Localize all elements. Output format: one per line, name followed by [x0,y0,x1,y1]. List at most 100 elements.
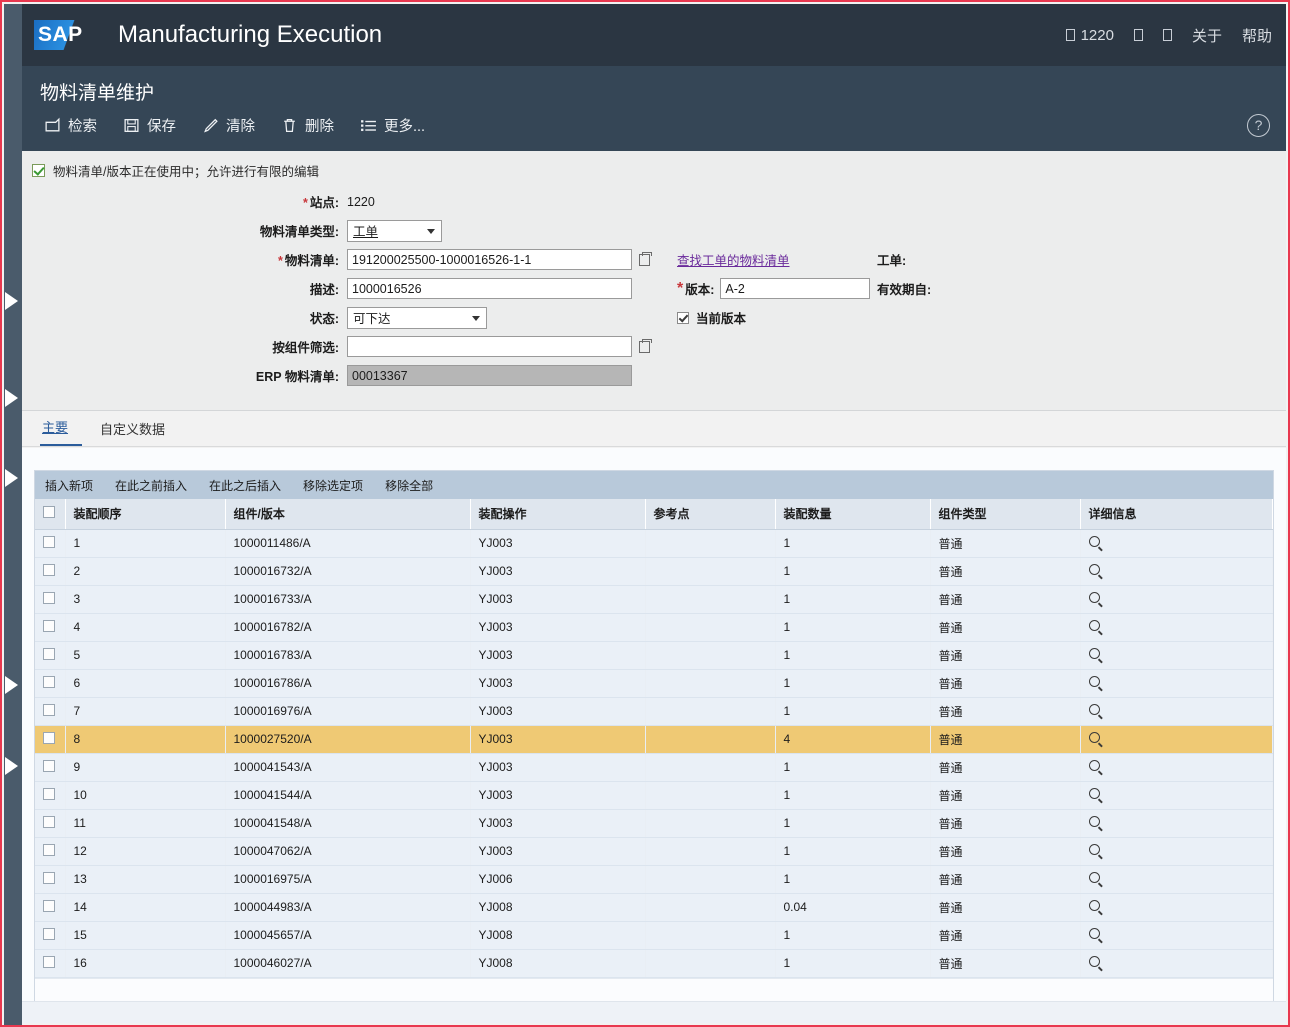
tab-main[interactable]: 主要 [40,417,83,446]
question-mark-icon[interactable]: ? [1247,114,1270,137]
table-row[interactable]: 4 1000016782/A YJ003 1 普通 [35,613,1273,642]
select-all-checkbox[interactable] [43,506,55,519]
rail-expand-arrow-4[interactable] [5,676,18,694]
retrieve-button[interactable]: 检索 [44,115,97,136]
row-checkbox[interactable] [43,787,55,800]
row-checkbox[interactable] [43,815,55,828]
more-button[interactable]: 更多... [360,115,425,136]
rail-expand-arrow-5[interactable] [5,757,18,775]
status-select[interactable]: 可下达 [347,306,487,329]
magnifier-icon[interactable] [1088,872,1100,883]
row-checkbox[interactable] [43,619,55,632]
magnifier-icon[interactable] [1088,844,1100,855]
column-header-quantity[interactable]: 装配数量 [775,499,931,530]
save-button[interactable]: 保存 [123,115,176,136]
row-select-cell [35,529,66,558]
table-row[interactable]: 7 1000016976/A YJ003 1 普通 [35,697,1273,726]
magnifier-icon[interactable] [1088,648,1100,659]
site-label-text: 站点: [309,196,339,210]
cell-sequence: 3 [65,585,226,614]
magnifier-icon[interactable] [1088,788,1100,799]
magnifier-icon[interactable] [1088,620,1100,631]
row-checkbox[interactable] [43,759,55,772]
table-row[interactable]: 14 1000044983/A YJ008 0.04 普通 [35,893,1273,922]
remove-selected-button[interactable]: 移除选定项 [303,477,363,494]
cell-component-type: 普通 [930,613,1081,642]
table-row[interactable]: 12 1000047062/A YJ003 1 普通 [35,837,1273,866]
header-about-link[interactable]: 关于 [1192,25,1222,46]
column-header-component[interactable]: 组件/版本 [225,499,471,530]
component-filter-input[interactable] [347,336,632,357]
insert-after-button[interactable]: 在此之后插入 [209,477,281,494]
magnifier-icon[interactable] [1088,592,1100,603]
tab-custom-data[interactable]: 自定义数据 [98,419,179,446]
row-checkbox[interactable] [43,703,55,716]
table-row[interactable]: 5 1000016783/A YJ003 1 普通 [35,641,1273,670]
table-row[interactable]: 8 1000027520/A YJ003 4 普通 [35,725,1273,754]
table-row[interactable]: 15 1000045657/A YJ008 1 普通 [35,921,1273,950]
column-header-operation[interactable]: 装配操作 [470,499,646,530]
table-row[interactable]: 6 1000016786/A YJ003 1 普通 [35,669,1273,698]
header-help-link[interactable]: 帮助 [1242,25,1272,46]
table-row[interactable]: 13 1000016975/A YJ006 1 普通 [35,865,1273,894]
magnifier-icon[interactable] [1088,704,1100,715]
row-checkbox[interactable] [43,675,55,688]
remove-all-button[interactable]: 移除全部 [385,477,433,494]
header-site-item[interactable]: 1220 [1065,27,1114,44]
delete-button[interactable]: 删除 [281,115,334,136]
rail-expand-arrow-2[interactable] [5,389,18,407]
rail-expand-arrow-1[interactable] [5,292,18,310]
cell-details [1080,697,1273,726]
header-icon-item-2[interactable] [1133,29,1143,41]
header-icon-item-3[interactable] [1162,29,1172,41]
row-checkbox[interactable] [43,871,55,884]
row-checkbox[interactable] [43,563,55,576]
current-version-checkbox[interactable] [677,311,689,324]
magnifier-icon[interactable] [1088,564,1100,575]
row-checkbox[interactable] [43,535,55,548]
value-help-icon[interactable] [639,251,652,266]
row-checkbox[interactable] [43,591,55,604]
magnifier-icon[interactable] [1088,816,1100,827]
row-checkbox[interactable] [43,955,55,968]
table-row[interactable]: 16 1000046027/A YJ008 1 普通 [35,949,1273,978]
insert-new-button[interactable]: 插入新项 [45,477,93,494]
description-label: 描述: [309,283,339,297]
field-row-version: * 版本: [677,275,871,302]
row-checkbox[interactable] [43,647,55,660]
table-row[interactable]: 10 1000041544/A YJ003 1 普通 [35,781,1273,810]
magnifier-icon[interactable] [1088,536,1100,547]
row-checkbox[interactable] [43,843,55,856]
magnifier-icon[interactable] [1088,676,1100,687]
clear-button[interactable]: 清除 [202,115,255,136]
magnifier-icon[interactable] [1088,956,1100,967]
column-header-sequence[interactable]: 装配顺序 [65,499,226,530]
column-header-type[interactable]: 组件类型 [930,499,1081,530]
magnifier-icon[interactable] [1088,928,1100,939]
rail-expand-arrow-3[interactable] [5,469,18,487]
table-row[interactable]: 11 1000041548/A YJ003 1 普通 [35,809,1273,838]
table-row[interactable]: 1 1000011486/A YJ003 1 普通 [35,529,1273,558]
magnifier-icon[interactable] [1088,732,1100,743]
description-input[interactable] [347,278,632,299]
version-input[interactable] [720,278,871,299]
cell-component-version: 1000011486/A [225,529,471,558]
bom-input[interactable] [347,249,632,270]
cell-component-type: 普通 [930,641,1081,670]
bom-type-select[interactable]: 工单 [347,219,442,242]
table-row[interactable]: 3 1000016733/A YJ003 1 普通 [35,585,1273,614]
value-help-icon[interactable] [639,338,652,353]
row-checkbox[interactable] [43,731,55,744]
column-header-refpoint[interactable]: 参考点 [645,499,776,530]
row-checkbox[interactable] [43,899,55,912]
field-row-erp-bom: ERP 物料清单: [22,362,1286,389]
magnifier-icon[interactable] [1088,900,1100,911]
find-bom-for-order-link[interactable]: 查找工单的物料清单 [677,250,790,269]
magnifier-icon[interactable] [1088,760,1100,771]
table-row[interactable]: 2 1000016732/A YJ003 1 普通 [35,557,1273,586]
column-header-details[interactable]: 详细信息 [1080,499,1273,530]
insert-before-button[interactable]: 在此之前插入 [115,477,187,494]
row-checkbox[interactable] [43,927,55,940]
cell-reference-point [645,809,776,838]
table-row[interactable]: 9 1000041543/A YJ003 1 普通 [35,753,1273,782]
